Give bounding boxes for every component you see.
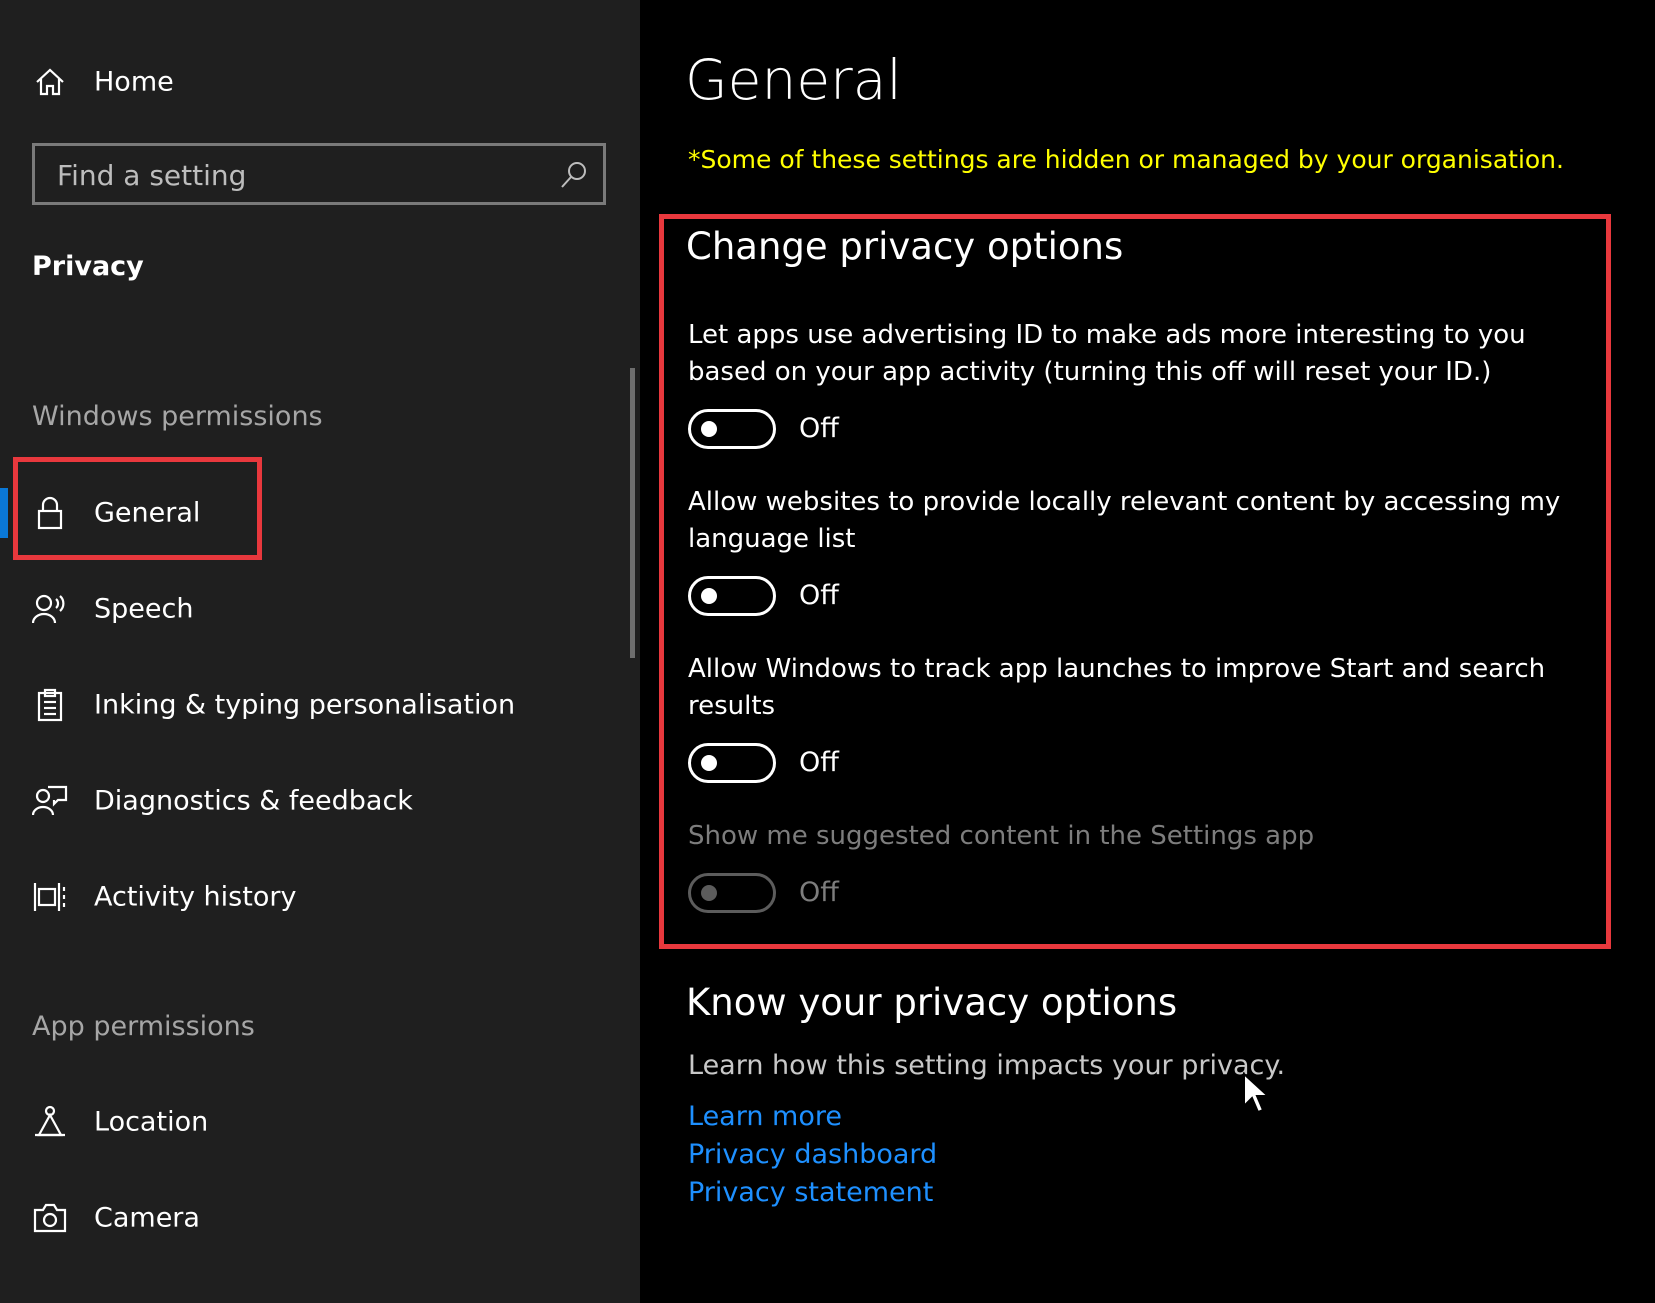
suggested-content-description: Show me suggested content in the Setting…: [688, 821, 1315, 851]
sidebar-scrollbar[interactable]: [630, 368, 635, 658]
privacy-section-title: Privacy: [32, 251, 144, 282]
search-input[interactable]: [55, 146, 539, 204]
search-box[interactable]: [32, 143, 606, 205]
sidebar-item-location[interactable]: Location: [0, 1092, 620, 1152]
search-icon[interactable]: [559, 160, 589, 190]
sidebar-item-label: General: [94, 497, 201, 529]
track-app-launches-state: Off: [799, 747, 839, 778]
sidebar-item-camera[interactable]: Camera: [0, 1188, 620, 1248]
activity-history-icon: [32, 879, 68, 915]
advertising-id-toggle[interactable]: [688, 409, 776, 449]
sidebar-item-label: Activity history: [94, 881, 297, 913]
language-list-toggle[interactable]: [688, 576, 776, 616]
sidebar-item-speech[interactable]: Speech: [0, 579, 620, 639]
home-nav-item[interactable]: Home: [0, 52, 620, 112]
sidebar-item-label: Inking & typing personalisation: [94, 689, 516, 721]
app-permissions-label: App permissions: [32, 1011, 255, 1042]
suggested-content-toggle: [688, 873, 776, 913]
track-app-launches-toggle[interactable]: [688, 743, 776, 783]
main-content: General *Some of these settings are hidd…: [640, 0, 1655, 1303]
sidebar-item-label: Diagnostics & feedback: [94, 785, 413, 817]
know-privacy-heading: Know your privacy options: [686, 981, 1178, 1024]
track-app-launches-description: Allow Windows to track app launches to i…: [688, 654, 1546, 721]
sidebar: Home Privacy Windows permissions General…: [0, 0, 640, 1303]
sidebar-item-label: Camera: [94, 1202, 200, 1234]
home-icon: [32, 64, 68, 100]
lock-icon: [32, 495, 68, 531]
sidebar-item-label: Speech: [94, 593, 194, 625]
toggle-knob: [701, 755, 717, 771]
language-list-state: Off: [799, 580, 839, 611]
diagnostics-feedback-icon: [32, 783, 68, 819]
suggested-content-state: Off: [799, 877, 839, 908]
privacy-dashboard-link[interactable]: Privacy dashboard: [688, 1139, 937, 1170]
advertising-id-state: Off: [799, 413, 839, 444]
know-privacy-subtitle: Learn how this setting impacts your priv…: [688, 1050, 1286, 1081]
sidebar-item-general[interactable]: General: [0, 483, 620, 543]
language-list-description: Allow websites to provide locally releva…: [688, 487, 1561, 554]
toggle-knob: [701, 885, 717, 901]
home-label: Home: [94, 66, 174, 98]
sidebar-item-label: Location: [94, 1106, 209, 1138]
page-title: General: [685, 48, 902, 112]
change-privacy-heading: Change privacy options: [686, 225, 1124, 268]
camera-icon: [32, 1200, 68, 1236]
location-icon: [32, 1104, 68, 1140]
sidebar-item-inking-typing[interactable]: Inking & typing personalisation: [0, 675, 620, 735]
windows-permissions-label: Windows permissions: [32, 401, 323, 432]
learn-more-link[interactable]: Learn more: [688, 1101, 842, 1132]
privacy-statement-link[interactable]: Privacy statement: [688, 1177, 933, 1208]
sidebar-item-diagnostics-feedback[interactable]: Diagnostics & feedback: [0, 771, 620, 831]
advertising-id-description: Let apps use advertising ID to make ads …: [688, 320, 1526, 387]
toggle-knob: [701, 588, 717, 604]
sidebar-item-activity-history[interactable]: Activity history: [0, 867, 620, 927]
speech-icon: [32, 591, 68, 627]
managed-notice: *Some of these settings are hidden or ma…: [688, 145, 1564, 174]
toggle-knob: [701, 421, 717, 437]
mouse-pointer-icon: [1243, 1072, 1270, 1114]
clipboard-icon: [32, 687, 68, 723]
